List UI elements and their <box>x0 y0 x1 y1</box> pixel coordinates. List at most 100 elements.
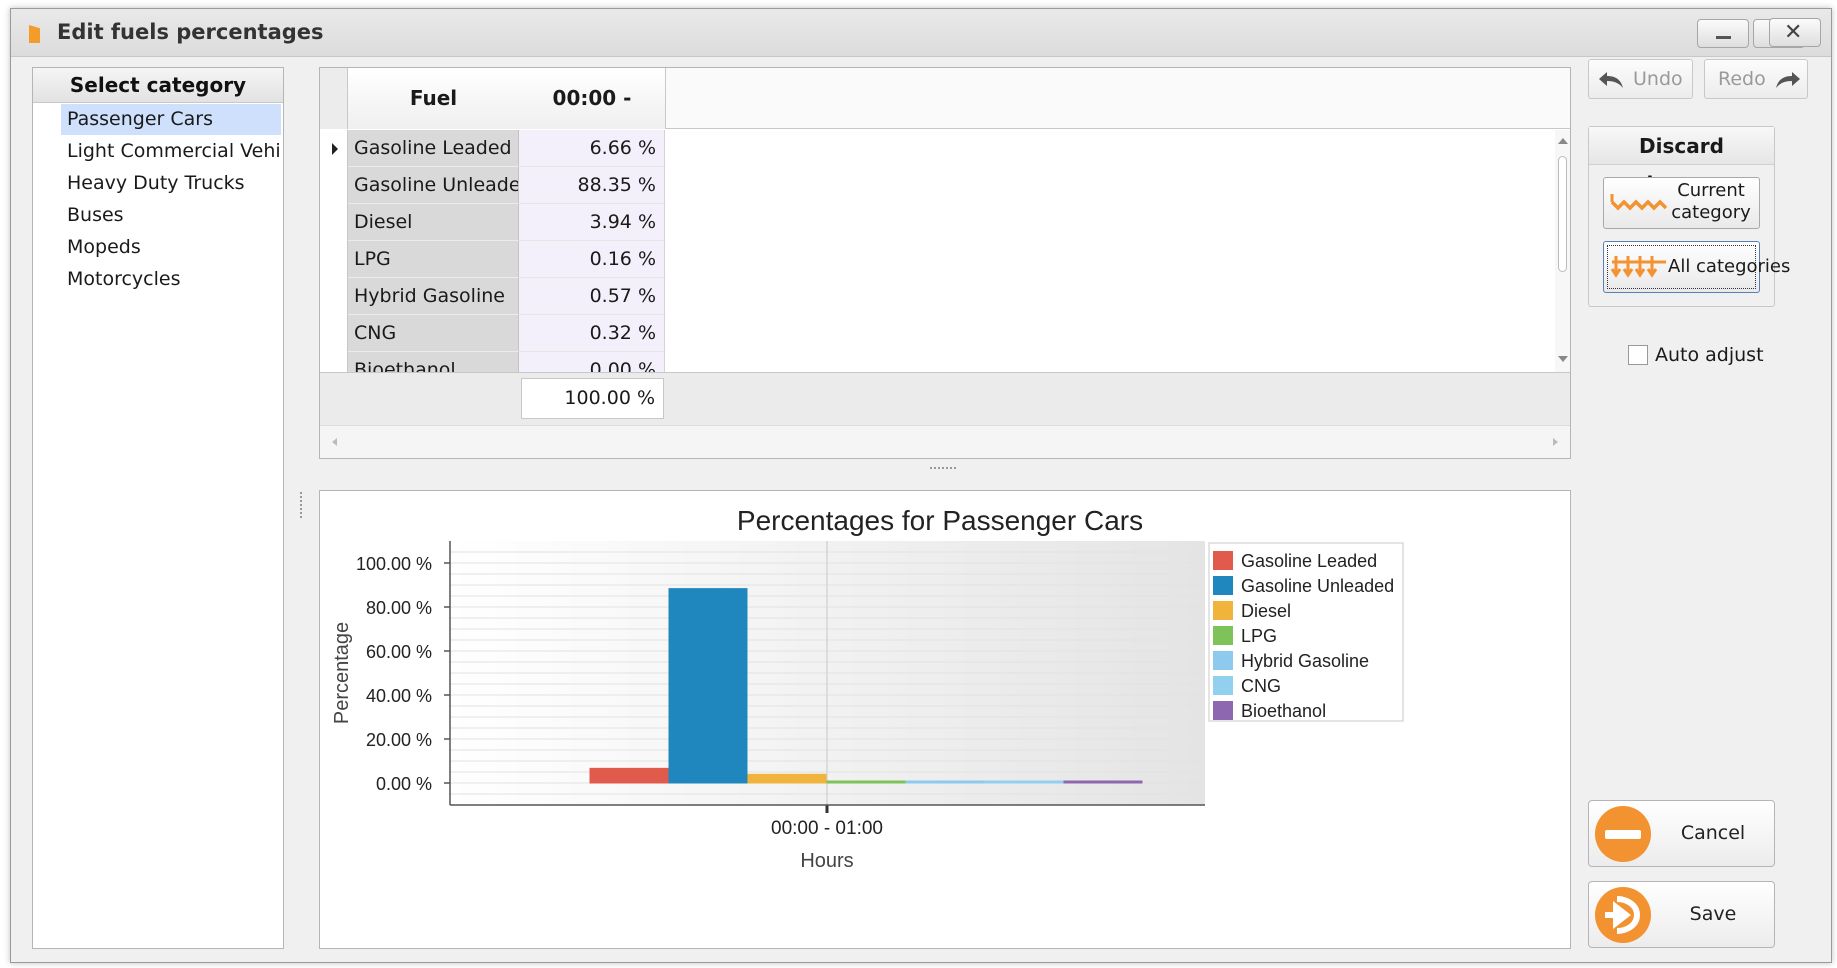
fuel-cell: Gasoline Leaded <box>348 130 519 167</box>
auto-adjust-label: Auto adjust <box>1655 344 1764 366</box>
value-cell[interactable]: 0.32 % <box>519 315 665 352</box>
fuel-cell: CNG <box>348 315 519 352</box>
horizontal-splitter-grip[interactable] <box>930 467 956 470</box>
value-cell[interactable]: 0.16 % <box>519 241 665 278</box>
app-icon <box>29 25 40 43</box>
redo-button[interactable]: Redo <box>1704 59 1808 99</box>
undo-label: Undo <box>1633 68 1683 90</box>
discard-changes-title: Discard changes <box>1589 127 1774 196</box>
category-item-mopeds[interactable]: Mopeds <box>61 232 281 263</box>
table-row[interactable]: Hybrid Gasoline 0.57 % <box>320 278 1555 315</box>
category-item-heavy-duty-trucks[interactable]: Heavy Duty Trucks <box>61 168 281 199</box>
value-cell[interactable]: 3.94 % <box>519 204 665 241</box>
discard-all-label: All categories <box>1668 256 1791 277</box>
y-tick-label: 40.00 % <box>366 686 432 706</box>
fuel-percentages-grid: Fuel 00:00 - 01:00 Gasoline Leaded 6.66 … <box>319 67 1571 459</box>
cancel-label: Cancel <box>1680 822 1746 844</box>
percentages-chart: Percentages for Passenger Cars 0.00 % 20.… <box>331 505 1404 872</box>
save-button[interactable]: Save <box>1588 881 1775 948</box>
bar-diesel[interactable] <box>747 773 827 784</box>
value-cell[interactable]: 0.57 % <box>519 278 665 315</box>
column-header-fuel[interactable]: Fuel <box>348 68 520 129</box>
close-button[interactable]: ✕ <box>1769 18 1821 47</box>
grid-footer: 100.00 % <box>320 372 1570 425</box>
grid-header: Fuel 00:00 - 01:00 <box>320 68 1570 171</box>
category-item-passenger-cars[interactable]: Passenger Cars <box>61 104 281 135</box>
bar-hybrid-gasoline[interactable] <box>905 780 985 784</box>
value-cell[interactable]: 6.66 % <box>519 130 665 167</box>
cancel-button[interactable]: Cancel <box>1588 800 1775 867</box>
table-row[interactable]: CNG 0.32 % <box>320 315 1555 352</box>
legend-label: LPG <box>1241 626 1277 646</box>
save-icon <box>1595 887 1651 943</box>
legend-label: Gasoline Leaded <box>1241 551 1377 571</box>
grid-horizontal-scrollbar[interactable] <box>320 425 1570 458</box>
legend-label: Bioethanol <box>1241 701 1326 721</box>
scroll-up-icon[interactable] <box>1558 138 1568 144</box>
value-cell[interactable]: 0.00 % <box>519 352 665 372</box>
row-indicator <box>320 278 348 315</box>
category-panel: Select category Passenger Cars Light Com… <box>32 67 284 949</box>
table-row[interactable]: Gasoline Unleaded 88.35 % <box>320 167 1555 204</box>
scroll-left-icon[interactable] <box>332 438 337 446</box>
undo-button[interactable]: Undo <box>1588 59 1693 99</box>
table-row[interactable]: Gasoline Leaded 6.66 % <box>320 130 1555 167</box>
window-title: Edit fuels percentages <box>57 20 324 44</box>
table-row[interactable]: LPG 0.16 % <box>320 241 1555 278</box>
x-axis-label: Hours <box>800 850 853 872</box>
column-header-hour[interactable]: 00:00 - 01:00 <box>519 68 666 171</box>
redo-arrow-icon <box>1776 72 1800 88</box>
fuel-cell: Diesel <box>348 204 519 241</box>
row-indicator <box>320 130 348 167</box>
legend-swatch <box>1213 651 1233 670</box>
legend-swatch <box>1213 576 1233 595</box>
row-indicator <box>320 352 348 372</box>
grid-vertical-scrollbar[interactable] <box>1555 130 1570 372</box>
scroll-down-icon[interactable] <box>1558 356 1568 362</box>
category-item-motorcycles[interactable]: Motorcycles <box>61 264 281 295</box>
row-indicator <box>320 167 348 204</box>
legend-swatch <box>1213 601 1233 620</box>
bar-cng[interactable] <box>984 780 1064 784</box>
y-tick-label: 100.00 % <box>356 554 432 574</box>
redo-label: Redo <box>1718 68 1766 90</box>
x-tick-label: 00:00 - 01:00 <box>771 818 883 839</box>
title-bar[interactable]: Edit fuels percentages <box>11 9 1831 57</box>
table-row[interactable]: Diesel 3.94 % <box>320 204 1555 241</box>
bar-lpg[interactable] <box>826 780 906 784</box>
cancel-icon <box>1595 806 1651 862</box>
bar-bioethanol[interactable] <box>1063 780 1143 784</box>
chart-legend: Gasoline Leaded Gasoline Unleaded Diesel LP… <box>1208 542 1404 722</box>
fuel-cell: Bioethanol <box>348 352 519 372</box>
fuel-cell: Hybrid Gasoline <box>348 278 519 315</box>
legend-label: Gasoline Unleaded <box>1241 576 1394 596</box>
category-header: Select category <box>33 68 283 103</box>
category-item-light-commercial[interactable]: Light Commercial Vehi... <box>61 136 281 167</box>
current-row-arrow-icon <box>332 143 338 155</box>
legend-swatch <box>1213 626 1233 645</box>
close-icon: ✕ <box>1784 20 1803 45</box>
discard-current-line2: category <box>1671 202 1751 223</box>
value-cell[interactable]: 88.35 % <box>519 167 665 204</box>
bar-gasoline-unleaded[interactable] <box>668 588 748 784</box>
chart-panel: Percentages for Passenger Cars 0.00 % 20.… <box>319 490 1571 949</box>
legend-label: Hybrid Gasoline <box>1241 651 1369 671</box>
discard-current-category-button[interactable]: Current category <box>1603 177 1760 229</box>
auto-adjust-checkbox[interactable] <box>1628 345 1648 365</box>
undo-arrow-icon <box>1599 72 1623 88</box>
wave-arrows-icon <box>1610 194 1668 211</box>
y-tick-label: 20.00 % <box>366 730 432 750</box>
table-row[interactable]: Bioethanol 0.00 % <box>320 352 1555 372</box>
grid-rows: Gasoline Leaded 6.66 % Gasoline Unleaded… <box>320 130 1555 372</box>
vertical-splitter-grip[interactable] <box>300 492 304 518</box>
scroll-right-icon[interactable] <box>1553 438 1558 446</box>
minimize-button[interactable] <box>1697 19 1749 48</box>
y-tick-label: 0.00 % <box>376 774 432 794</box>
bar-gasoline-leaded[interactable] <box>589 767 669 784</box>
category-item-buses[interactable]: Buses <box>61 200 281 231</box>
row-indicator <box>320 241 348 278</box>
row-indicator <box>320 204 348 241</box>
chart-title: Percentages for Passenger Cars <box>737 505 1143 536</box>
scroll-thumb[interactable] <box>1558 156 1567 272</box>
discard-all-categories-button[interactable]: All categories <box>1603 241 1791 293</box>
